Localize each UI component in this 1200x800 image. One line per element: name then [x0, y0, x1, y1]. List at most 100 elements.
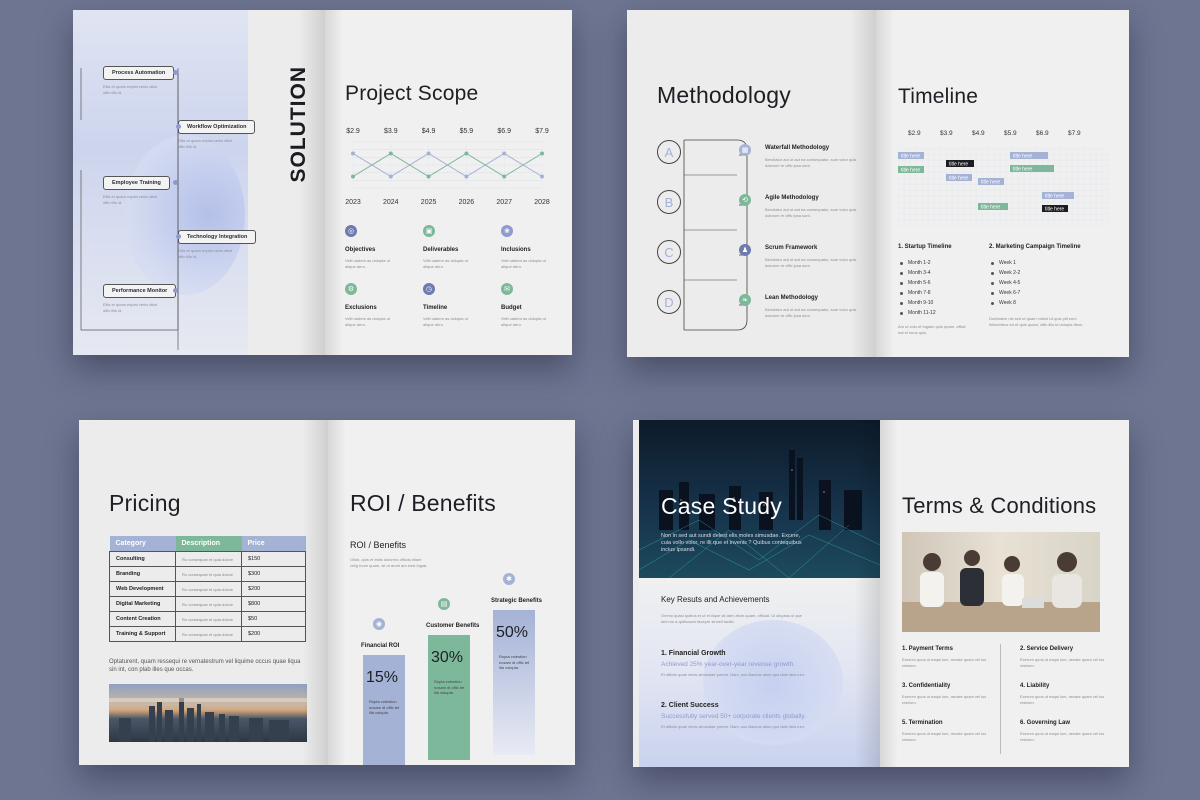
scope-item-label: Budget — [501, 305, 522, 311]
startup-item: Month 9-10 — [908, 300, 934, 306]
startup-note: Am ut volo et fugiam quis quam, officit … — [898, 324, 966, 335]
startup-item: Month 7-8 — [908, 290, 931, 296]
gantt-bar-label: title here — [981, 205, 1000, 211]
roi-bar-label: Financial ROI — [361, 643, 400, 649]
terms-item-title: 6. Governing Law — [1020, 720, 1071, 726]
chart-point — [464, 151, 469, 156]
table-row: Training & Support Ro consequae et quia d… — [109, 626, 306, 642]
methodology-item-text: Bercitatur aut ut aut ea consequatur, su… — [765, 257, 857, 268]
gantt-bar-label: title here — [1013, 167, 1032, 173]
roi-bar-text: Rupta volestion nosam di offic tet illa … — [369, 699, 400, 715]
roi-title: ROI / Benefits — [350, 490, 496, 516]
marketing-item: Week 1 — [999, 260, 1016, 266]
case-item-highlight: Successfully served 50+ corporate client… — [661, 713, 806, 720]
pricing-category: Web Development — [109, 581, 176, 597]
project-scope-chart: $2.9 $3.9 $4.9 $5.9 $6.9 $7.9 2023 2024 2025 2026… — [345, 128, 550, 206]
startup-item: Month 11-12 — [908, 310, 936, 316]
solution-step-label: Process Automation — [112, 70, 166, 76]
spread-solution-project-scope: Process Automation Ellis et quam explat v… — [73, 10, 572, 355]
startup-item: Month 5-6 — [908, 280, 931, 286]
chart-point — [540, 174, 544, 179]
gantt-bar-label: title here — [1045, 194, 1064, 200]
scrum-icon: ♟ — [739, 244, 751, 256]
chart-x-tick: 2026 — [459, 199, 475, 206]
case-item-title: 1. Financial Growth — [661, 650, 726, 657]
chart-point — [502, 174, 507, 179]
timeline-top-label: $6.9 — [1036, 130, 1049, 137]
case-study-intro: Non in sed aut sundi delest elis moles s… — [661, 533, 802, 553]
chart-top-label: $6.9 — [497, 128, 511, 135]
solution-step-dot — [176, 124, 181, 129]
pricing-description: Ro consequae et quia dolore — [175, 581, 242, 597]
table-row: Branding Ro consequae et quia dolore $300 — [109, 566, 306, 582]
roi-subtitle: ROI / Benefits — [350, 540, 407, 550]
timeline-top-label: $5.9 — [1004, 130, 1017, 137]
marketing-bullet — [991, 282, 994, 285]
chart-top-label: $7.9 — [535, 128, 549, 135]
gantt-bar-label: title here — [949, 176, 968, 182]
pricing-price: $150 — [241, 551, 306, 567]
pricing-price: $50 — [241, 611, 306, 627]
scope-item-label: Deliverables — [423, 247, 459, 253]
case-item-text: Et officiis quae venis simusdae porem. N… — [661, 724, 805, 729]
table-row: Web Development Ro consequae et quia dolo… — [109, 581, 306, 597]
table-row: Content Creation Ro consequae et quia dol… — [109, 611, 306, 627]
solution-step-dot — [176, 234, 181, 239]
methodology-item-text: Bercitatur aut ut aut ea consequatur, su… — [765, 207, 857, 218]
chart-point — [540, 151, 544, 156]
solution-step-label: Workflow Optimization — [187, 124, 247, 130]
case-study-section-text: Ommo quasi quibus et ut et ilique sit at… — [661, 613, 802, 624]
terms-item-title: 1. Payment Terms — [902, 646, 953, 652]
marketing-note: Duntiatem nis sed ut quam volesi Ut quis… — [989, 316, 1084, 327]
gantt-bar-label: title here — [901, 168, 920, 174]
case-item-highlight: Achieved 25% year-over-year revenue grow… — [661, 661, 796, 668]
pricing-category: Digital Marketing — [109, 596, 176, 612]
chart-point — [502, 151, 507, 156]
terms-divider — [1000, 644, 1001, 754]
startup-item: Month 1-2 — [908, 260, 931, 266]
startup-bullet — [900, 282, 903, 285]
solution-step-box: Process Automation — [103, 66, 175, 80]
terms-item-text: Exerum quos ut eaqui ium, necate quam ve… — [902, 731, 987, 742]
page-pricing: Pricing Category Description Price Consu… — [79, 420, 328, 765]
methodology-letter-circle: A — [657, 140, 681, 164]
roi-bar-label: Customer Benefits — [426, 623, 480, 629]
chart-x-tick: 2027 — [496, 199, 512, 206]
timeline-top-label: $4.9 — [972, 130, 985, 137]
timeline-top-label: $2.9 — [908, 130, 921, 137]
scope-item-label: Objectives — [345, 247, 376, 253]
pricing-header-description: Description — [175, 536, 242, 552]
pricing-title: Pricing — [109, 490, 181, 516]
spread-case-study-terms: Case Study Non in sed aut sundi delest e… — [633, 420, 1129, 767]
methodology-item-label: Waterfall Methodology — [765, 145, 830, 151]
scope-item-label: Exclusions — [345, 305, 377, 311]
startup-bullet — [900, 312, 903, 315]
waterfall-icon: ▦ — [739, 144, 751, 156]
pricing-category: Branding — [109, 566, 176, 582]
solution-heading: SOLUTION — [287, 66, 310, 183]
page-roi: ROI / Benefits ROI / Benefits Ollob, qui… — [328, 420, 575, 765]
pricing-description: Ro consequae et quia dolore — [175, 551, 242, 567]
chart-x-tick: 2025 — [421, 199, 437, 206]
city-skyline-image — [109, 684, 307, 742]
pricing-quote: Optaturent, quam ressequi re vernatestru… — [109, 659, 301, 673]
solution-step-box: Workflow Optimization — [178, 120, 256, 134]
solution-step-label: Technology Integration — [187, 234, 248, 240]
terms-item-text: Exerum quos ut eaqui ium, necate quam ve… — [1020, 657, 1105, 668]
chart-point — [426, 174, 431, 179]
pricing-price: $200 — [241, 581, 306, 597]
scope-item-label: Inclusions — [501, 247, 531, 253]
chart-x-tick: 2023 — [345, 199, 361, 206]
marketing-item: Week 8 — [999, 300, 1016, 306]
pricing-description: Ro consequae et quia dolore — [175, 566, 242, 582]
methodology-item-label: Lean Methodology — [765, 295, 818, 301]
chart-point — [464, 174, 469, 179]
page-solution: Process Automation Ellis et quam explat v… — [73, 10, 325, 355]
page-project-scope: Project Scope $2.9 $3.9 $4.9 $5.9 $6.9 $7.9 20… — [325, 10, 572, 355]
chart-x-tick: 2024 — [383, 199, 399, 206]
agile-icon: ⟲ — [739, 194, 751, 206]
solution-step-text: Ellis et quam explat venis ditat offic i… — [178, 138, 232, 149]
methodology-item-text: Bercitatur aut ut aut ea consequatur, su… — [765, 157, 857, 168]
chart-top-label: $3.9 — [384, 128, 398, 135]
pricing-price: $800 — [241, 596, 306, 612]
